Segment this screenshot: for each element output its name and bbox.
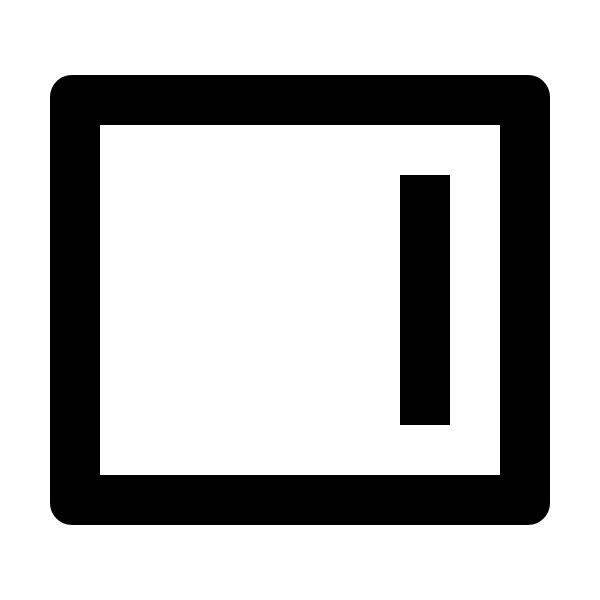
- icon-canvas: [0, 0, 600, 600]
- sidebar-right-panel-icon: [50, 75, 550, 525]
- right-panel-divider-bar: [400, 175, 450, 425]
